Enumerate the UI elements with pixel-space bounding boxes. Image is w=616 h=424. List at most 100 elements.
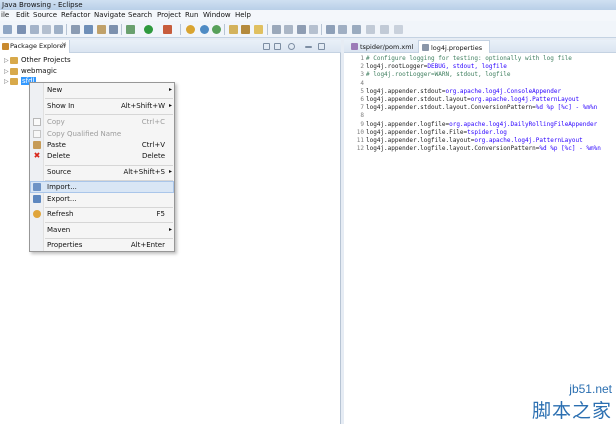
menu-project[interactable]: Project — [157, 11, 181, 19]
minimize-icon[interactable] — [305, 46, 312, 48]
open-task-icon[interactable] — [109, 25, 118, 34]
code-line[interactable]: 10 log4j.appender.logfile.File=tspider.lo… — [344, 129, 507, 137]
code-value: %d %p [%c] - %m%n — [535, 104, 598, 112]
last-edit-location-icon[interactable] — [352, 25, 361, 34]
code-line[interactable]: 3 # log4j.rootLogger=WARN, stdout, logfil… — [344, 71, 510, 79]
collapse-all-icon[interactable] — [263, 43, 270, 50]
open-type-icon[interactable] — [229, 25, 238, 34]
build-icon[interactable] — [84, 25, 93, 34]
menu-item-copy-qualified-name[interactable]: Copy Qualified Name — [31, 129, 173, 139]
folder-icon — [10, 57, 18, 64]
line-number: 1 — [360, 55, 364, 62]
toolbar-separator — [224, 24, 225, 35]
menu-edit[interactable]: Edit — [16, 11, 30, 19]
menu-item-paste[interactable]: Paste Ctrl+V — [31, 140, 173, 150]
code-value: DEBUG, stdout, logfile — [427, 63, 507, 71]
code-line[interactable]: 1 # Configure logging for testing: option… — [344, 55, 572, 63]
next-annotation-icon[interactable] — [326, 25, 335, 34]
code-line[interactable]: 12 log4j.appender.logfile.layout.Conversi… — [344, 145, 601, 153]
line-number: 4 — [360, 79, 364, 87]
menu-run[interactable]: Run — [185, 11, 198, 19]
save-icon[interactable] — [30, 25, 39, 34]
new-icon[interactable] — [3, 25, 12, 34]
close-icon[interactable]: ✕ — [61, 41, 67, 49]
new-package-icon[interactable] — [200, 25, 209, 34]
view-menu-icon[interactable] — [288, 43, 295, 50]
line-number: 9 — [360, 120, 364, 128]
expand-icon[interactable]: ▷ — [4, 78, 9, 85]
menu-source[interactable]: Source — [33, 11, 57, 19]
code-line[interactable]: 11 log4j.appender.logfile.layout=org.apac… — [344, 137, 583, 145]
refresh-icon — [33, 210, 41, 218]
expand-icon[interactable]: ▷ — [4, 68, 9, 75]
submenu-arrow-icon: ▸ — [168, 102, 172, 109]
menu-item-properties[interactable]: Properties Alt+Enter — [31, 240, 173, 250]
maximize-icon[interactable] — [318, 43, 325, 50]
menu-item-label: Maven — [47, 226, 71, 234]
open-folder-icon[interactable] — [241, 25, 250, 34]
tab-pom-xml[interactable]: tspider/pom.xml — [348, 40, 414, 53]
menu-item-shortcut: Alt+Shift+W — [120, 102, 165, 110]
new-class-icon[interactable] — [212, 25, 221, 34]
menu-refactor[interactable]: Refactor — [61, 11, 90, 19]
toggle-highlight-icon[interactable] — [284, 25, 293, 34]
save-all-icon[interactable] — [42, 25, 51, 34]
terminal-icon[interactable] — [71, 25, 80, 34]
code-line[interactable]: 8 — [344, 112, 366, 120]
code-line[interactable]: 9 log4j.appender.logfile=org.apache.log4j… — [344, 121, 597, 129]
code-line[interactable]: 4 — [344, 80, 366, 88]
tree-item-label: webmagic — [21, 67, 57, 75]
show-whitespace-icon[interactable] — [297, 25, 306, 34]
forward-icon[interactable] — [380, 25, 389, 34]
code-value: org.apache.log4j.PatternLayout — [470, 96, 580, 103]
menu-item-delete[interactable]: ✖ Delete Delete — [31, 151, 173, 161]
external-tools-icon[interactable] — [163, 25, 172, 34]
code-line[interactable]: 2 log4j.rootLogger=DEBUG, stdout, logfile — [344, 63, 507, 71]
code-line[interactable]: 5 log4j.appender.stdout=org.apache.log4j.… — [344, 88, 561, 96]
menu-item-show-in[interactable]: Show In Alt+Shift+W ▸ — [31, 101, 173, 111]
code-line[interactable]: 6 log4j.appender.stdout.layout=org.apache… — [344, 96, 579, 104]
debug-icon[interactable] — [126, 25, 135, 34]
tab-log4j-properties[interactable]: log4j.properties — [418, 40, 490, 53]
submenu-arrow-icon: ▸ — [168, 226, 172, 233]
previous-annotation-icon[interactable] — [338, 25, 347, 34]
xml-file-icon — [351, 43, 358, 50]
menu-separator — [45, 98, 173, 99]
code-line[interactable]: 7 log4j.appender.stdout.layout.Conversion… — [344, 104, 597, 112]
menu-search[interactable]: Search — [128, 11, 152, 19]
menu-item-shortcut: Delete — [142, 152, 165, 160]
expand-icon[interactable]: ▷ — [4, 57, 9, 64]
menu-window[interactable]: Window — [203, 11, 231, 19]
menu-item-label: Refresh — [47, 210, 74, 218]
toggle-mark-icon[interactable] — [97, 25, 106, 34]
search-icon[interactable] — [254, 25, 263, 34]
menu-item-refresh[interactable]: Refresh F5 — [31, 209, 173, 219]
block-selection-icon[interactable] — [309, 25, 318, 34]
new-java-project-icon[interactable] — [186, 25, 195, 34]
line-number: 2 — [360, 63, 364, 71]
menu-item-label: Show In — [47, 102, 75, 110]
link-with-editor-icon[interactable] — [274, 43, 281, 50]
menu-item-export[interactable]: Export... — [31, 194, 173, 204]
print-icon[interactable] — [54, 25, 63, 34]
menu-item-label: Import... — [47, 183, 77, 191]
run-icon[interactable] — [144, 25, 153, 34]
menu-help[interactable]: Help — [235, 11, 251, 19]
menu-item-copy[interactable]: Copy Ctrl+C — [31, 117, 173, 127]
menu-file[interactable]: ile — [1, 11, 9, 19]
back-icon[interactable] — [366, 25, 375, 34]
menu-item-shortcut: F5 — [156, 210, 165, 218]
menu-item-label: Copy — [47, 118, 65, 126]
menu-item-label: Properties — [47, 241, 83, 249]
toggle-breadcrumb-icon[interactable] — [272, 25, 281, 34]
pin-editor-icon[interactable] — [394, 25, 403, 34]
new-dropdown-icon[interactable] — [17, 25, 26, 34]
toolbar-separator — [180, 24, 181, 35]
menu-navigate[interactable]: Navigate — [94, 11, 125, 19]
menu-item-import[interactable]: Import... — [30, 181, 174, 193]
menu-item-source[interactable]: Source Alt+Shift+S ▸ — [31, 167, 173, 177]
menu-item-new[interactable]: New ▸ — [31, 85, 173, 95]
tab-package-explorer[interactable]: Package Explorer ✕ — [0, 40, 70, 53]
menu-item-maven[interactable]: Maven ▸ — [31, 225, 173, 235]
code-key: log4j.appender.logfile.File= — [366, 128, 468, 136]
